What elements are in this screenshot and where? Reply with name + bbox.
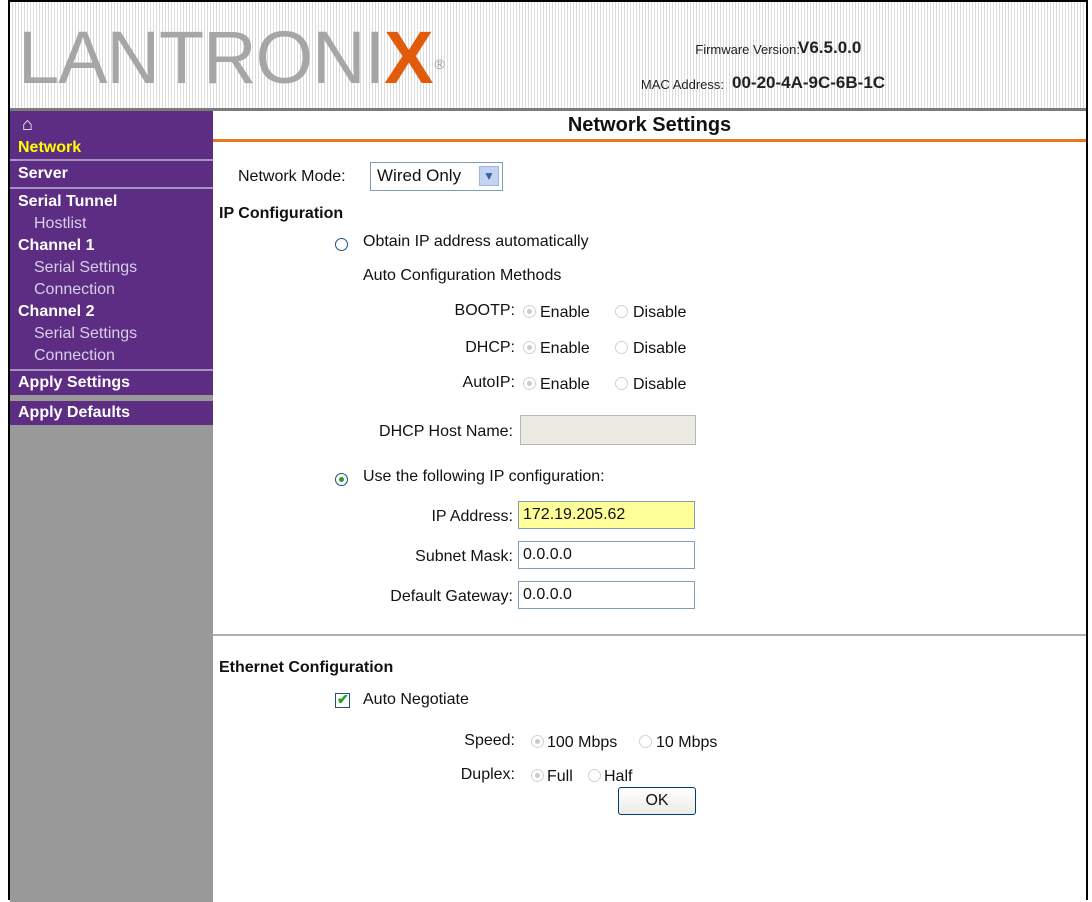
duplex-half-radio[interactable]	[588, 769, 601, 782]
sidebar-item-channel-1[interactable]: Channel 1	[10, 235, 213, 257]
speed-100-label: 100 Mbps	[547, 734, 618, 751]
page-title: Network Settings	[567, 114, 732, 136]
logo-text-x: X	[384, 16, 433, 99]
ok-button[interactable]: OK	[618, 787, 696, 815]
ethernet-configuration-heading: Ethernet Configuration	[219, 659, 394, 676]
dhcp-enable-radio[interactable]	[523, 341, 536, 354]
logo-registered-mark: ®	[434, 56, 445, 72]
nav-block-network: Network	[10, 137, 213, 161]
sidebar-item-network[interactable]: Network	[10, 137, 213, 159]
mac-label: MAC Address:	[640, 77, 724, 92]
chevron-down-icon[interactable]: ▼	[479, 166, 499, 186]
sidebar-item-channel-2-connection[interactable]: Connection	[10, 345, 213, 367]
mac-value: 00-20-4A-9C-6B-1C	[732, 73, 886, 92]
nav-block-serial-tunnel: Serial Tunnel Hostlist Channel 1 Serial …	[10, 189, 213, 371]
bootp-label: BOOTP:	[454, 302, 515, 319]
home-row[interactable]: ⌂	[10, 111, 213, 137]
sidebar-item-channel-1-connection[interactable]: Connection	[10, 279, 213, 301]
header-banner: LANTRONIX ® Firmware Version: V6.5.0.0 MA…	[10, 2, 1086, 111]
obtain-auto-radio[interactable]	[335, 238, 348, 251]
sidebar-item-hostlist[interactable]: Hostlist	[10, 213, 213, 235]
dhcp-disable-label: Disable	[633, 340, 687, 357]
lantronix-logo: LANTRONIX ®	[18, 16, 445, 99]
title-bar: Network Settings	[213, 111, 1086, 142]
network-mode-value: Wired Only	[377, 166, 462, 185]
sidebar-item-server[interactable]: Server	[10, 161, 213, 187]
logo-text-main: LANTRONI	[18, 16, 385, 99]
default-gateway-input[interactable]	[518, 581, 695, 609]
dhcp-host-name-label: DHCP Host Name:	[379, 423, 513, 440]
sidebar-item-channel-2[interactable]: Channel 2	[10, 301, 213, 323]
section-divider	[213, 634, 1086, 636]
bootp-enable-label: Enable	[540, 304, 590, 321]
bootp-enable-radio[interactable]	[523, 305, 536, 318]
nav-block-apply-defaults: Apply Defaults	[10, 401, 213, 425]
speed-10-radio[interactable]	[639, 735, 652, 748]
autoip-label: AutoIP:	[462, 374, 515, 391]
app-frame: LANTRONIX ® Firmware Version: V6.5.0.0 MA…	[8, 0, 1088, 902]
subnet-mask-label: Subnet Mask:	[415, 548, 513, 565]
duplex-label: Duplex:	[460, 766, 515, 783]
sidebar-item-channel-1-serial-settings[interactable]: Serial Settings	[10, 257, 213, 279]
auto-negotiate-checkbox[interactable]: ✔	[335, 691, 350, 708]
duplex-full-label: Full	[547, 768, 573, 785]
subnet-mask-input[interactable]	[518, 541, 695, 569]
checkmark-icon: ✔	[337, 691, 349, 707]
obtain-auto-label: Obtain IP address automatically	[363, 233, 589, 250]
network-mode-label: Network Mode:	[238, 168, 346, 185]
bootp-disable-radio[interactable]	[615, 305, 628, 318]
ip-configuration-heading: IP Configuration	[219, 205, 344, 222]
sidebar-item-serial-tunnel[interactable]: Serial Tunnel	[10, 191, 213, 213]
sidebar-item-channel-2-serial-settings[interactable]: Serial Settings	[10, 323, 213, 345]
dhcp-enable-label: Enable	[540, 340, 590, 357]
firmware-value: V6.5.0.0	[798, 38, 862, 57]
use-following-label: Use the following IP configuration:	[363, 468, 605, 485]
network-mode-select[interactable]: Wired Only ▼	[370, 162, 503, 191]
bootp-disable-label: Disable	[633, 304, 687, 321]
dhcp-host-name-input[interactable]	[520, 415, 696, 445]
ip-address-label: IP Address:	[431, 508, 513, 525]
speed-label: Speed:	[464, 732, 515, 749]
default-gateway-label: Default Gateway:	[390, 588, 513, 605]
speed-10-label: 10 Mbps	[656, 734, 718, 751]
duplex-full-radio[interactable]	[531, 769, 544, 782]
autoip-enable-radio[interactable]	[523, 377, 536, 390]
autoip-disable-label: Disable	[633, 376, 687, 393]
autoip-enable-label: Enable	[540, 376, 590, 393]
main-content: Network Settings Network Mode: Wired Onl…	[213, 111, 1086, 902]
auto-methods-label: Auto Configuration Methods	[363, 267, 562, 284]
nav-block-server: Server	[10, 161, 213, 189]
ip-address-input[interactable]	[518, 501, 695, 529]
autoip-disable-radio[interactable]	[615, 377, 628, 390]
sidebar-item-apply-settings[interactable]: Apply Settings	[10, 372, 213, 394]
sidebar: ⌂ Network Server Serial Tunnel Hostlist …	[10, 111, 213, 902]
speed-100-radio[interactable]	[531, 735, 544, 748]
home-icon[interactable]: ⌂	[22, 115, 33, 133]
duplex-half-label: Half	[604, 768, 633, 785]
dhcp-label: DHCP:	[465, 339, 515, 356]
auto-negotiate-label: Auto Negotiate	[363, 691, 469, 708]
dhcp-disable-radio[interactable]	[615, 341, 628, 354]
use-following-radio[interactable]	[335, 473, 348, 486]
nav-block-apply-settings: Apply Settings	[10, 371, 213, 395]
firmware-label: Firmware Version:	[695, 42, 800, 57]
sidebar-item-apply-defaults[interactable]: Apply Defaults	[10, 402, 213, 424]
